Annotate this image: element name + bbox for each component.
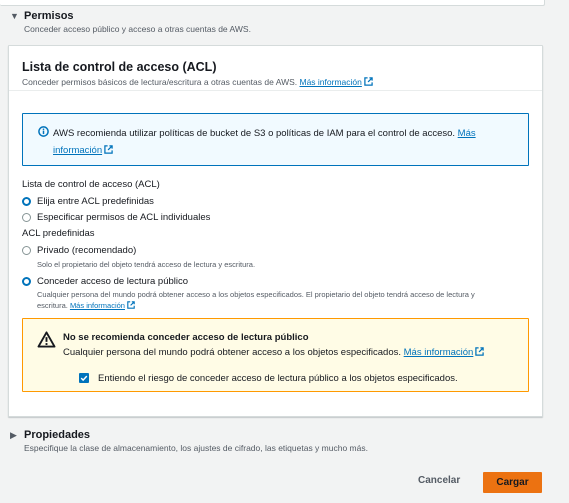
upload-button[interactable]: Cargar	[483, 472, 542, 493]
info-more-link-part2: información	[53, 145, 103, 156]
permissions-section-toggle[interactable]: ▼ Permisos	[10, 10, 74, 22]
properties-description: Especifique la clase de almacenamiento, …	[24, 443, 368, 453]
public-read-description-line2: escritura.	[37, 301, 68, 310]
radio-button[interactable]	[22, 213, 31, 222]
properties-title: Propiedades	[24, 429, 91, 441]
acknowledge-checkbox-label[interactable]: Entiendo el riesgo de conceder acceso de…	[98, 373, 458, 384]
radio-label: Conceder acceso de lectura público	[37, 276, 189, 287]
external-link-icon	[364, 77, 373, 86]
radio-public-read[interactable]: Conceder acceso de lectura público	[22, 276, 188, 287]
public-read-description: Cualquier persona del mundo podrá obtene…	[37, 289, 532, 311]
cancel-button[interactable]: Cancelar	[418, 475, 460, 486]
checkmark-icon	[80, 375, 88, 382]
info-alert: AWS recomienda utilizar políticas de buc…	[22, 113, 529, 166]
radio-button[interactable]	[22, 277, 31, 286]
external-link-icon	[127, 301, 135, 309]
external-link-icon	[475, 347, 485, 356]
private-description: Solo el propietario del objeto tendrá ac…	[37, 260, 256, 269]
radio-button[interactable]	[22, 246, 31, 255]
permissions-title: Permisos	[24, 10, 74, 22]
acl-field-label: Lista de control de acceso (ACL)	[22, 179, 160, 190]
info-alert-message: AWS recomienda utilizar políticas de buc…	[53, 128, 456, 139]
radio-label: Especificar permisos de ACL individuales	[37, 212, 211, 223]
acl-description-text: Conceder permisos básicos de lectura/esc…	[22, 77, 298, 87]
public-read-description-line1: Cualquier persona del mundo podrá obtene…	[37, 290, 475, 299]
previous-section-edge	[0, 0, 545, 6]
warning-more-info-link[interactable]: Más información	[404, 347, 474, 358]
caret-down-icon: ▼	[10, 11, 19, 21]
radio-predefined-acl[interactable]: Elija entre ACL predefinidas	[22, 196, 154, 207]
radio-button[interactable]	[22, 197, 31, 206]
info-alert-text: AWS recomienda utilizar políticas de buc…	[53, 125, 493, 159]
warning-message: Cualquier persona del mundo podrá obtene…	[63, 347, 401, 358]
warning-title: No se recomienda conceder acceso de lect…	[63, 332, 309, 343]
acknowledge-checkbox[interactable]	[79, 373, 89, 383]
radio-private[interactable]: Privado (recomendado)	[22, 245, 136, 256]
public-read-more-info-link[interactable]: Más información	[70, 301, 125, 310]
caret-right-icon: ▶	[10, 429, 17, 440]
acl-panel: Lista de control de acceso (ACL) Concede…	[8, 45, 543, 417]
predefined-acl-label: ACL predefinidas	[22, 228, 95, 239]
acl-description: Conceder permisos básicos de lectura/esc…	[22, 77, 373, 87]
acl-more-info-link[interactable]: Más información	[300, 77, 362, 87]
acl-panel-header: Lista de control de acceso (ACL) Concede…	[9, 46, 542, 91]
properties-section-toggle[interactable]: ▶ Propiedades	[10, 429, 90, 441]
warning-alert: No se recomienda conceder acceso de lect…	[22, 318, 529, 392]
permissions-description: Conceder acceso público y acceso a otras…	[24, 24, 251, 34]
radio-label: Privado (recomendado)	[37, 245, 137, 256]
info-more-link-part1: Más	[457, 128, 476, 139]
radio-individual-acl[interactable]: Especificar permisos de ACL individuales	[22, 212, 210, 223]
info-icon	[38, 126, 49, 137]
acl-title: Lista de control de acceso (ACL)	[22, 60, 217, 74]
warning-text: Cualquier persona del mundo podrá obtene…	[63, 347, 485, 358]
radio-label: Elija entre ACL predefinidas	[37, 196, 154, 207]
warning-icon	[37, 331, 56, 348]
external-link-icon	[104, 145, 113, 154]
